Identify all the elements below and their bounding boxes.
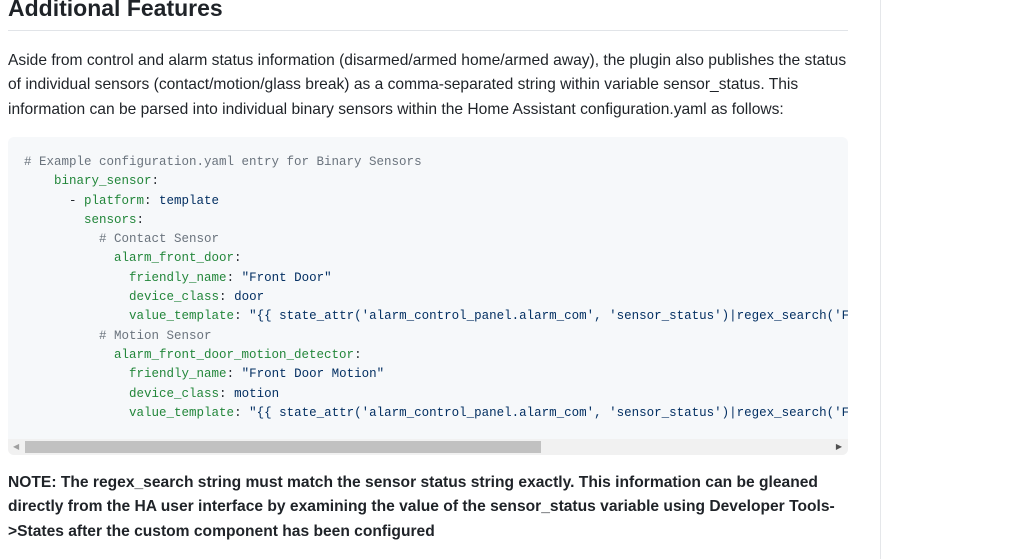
code-key: alarm_front_door_motion_detector [114,347,355,362]
code-punct: : [136,212,145,227]
code-key: sensors [84,212,137,227]
code-punct: : [226,270,242,285]
code-key: alarm_front_door [114,251,235,266]
code-value: template [159,193,220,208]
scroll-left-icon[interactable]: ◀ [13,442,19,451]
code-punct [24,406,129,420]
code-line: friendly_name: "Front Door" [24,269,848,288]
code-key: device_class [129,386,220,401]
code-value: door [234,290,265,305]
code-line: - platform: template [24,192,848,211]
code-block[interactable]: # Example configuration.yaml entry for B… [8,137,848,455]
code-line: device_class: motion [24,385,848,404]
code-line: # Example configuration.yaml entry for B… [24,153,848,172]
horizontal-scrollbar[interactable]: ◀ ▶ [8,439,848,455]
code-punct: : [219,386,235,401]
code-punct: : [226,367,242,382]
code-punct [24,271,129,285]
code-punct [24,213,84,227]
code-key: value_template [129,405,235,420]
code-punct [24,387,129,401]
code-key: binary_sensor [54,174,152,189]
code-punct: : [234,251,242,266]
section-heading: Additional Features [8,0,848,31]
code-punct [24,309,129,323]
code-comment: # Contact Sensor [24,232,220,247]
code-punct: - [24,193,85,208]
code-line: # Motion Sensor [24,327,848,346]
code-punct: : [151,174,160,189]
code-value: "{{ state_attr('alarm_control_panel.alar… [249,405,848,420]
scroll-right-icon[interactable]: ▶ [836,442,842,451]
code-punct [24,174,54,188]
code-line: alarm_front_door_motion_detector: [24,346,848,365]
code-key: friendly_name [129,367,227,382]
code-value: "Front Door Motion" [241,367,385,382]
code-punct [24,367,129,381]
code-content: # Example configuration.yaml entry for B… [24,153,848,423]
code-key: platform [84,193,145,208]
page-divider [880,0,881,559]
code-punct: : [144,193,160,208]
code-line: # Contact Sensor [24,230,848,249]
code-key: value_template [129,309,235,324]
code-punct [24,251,114,265]
intro-paragraph: Aside from control and alarm status info… [8,52,847,118]
code-comment: # Motion Sensor [24,328,212,343]
code-punct: : [234,405,250,420]
code-line: alarm_front_door: [24,249,848,268]
code-punct: : [234,309,250,324]
code-line: sensors: [24,211,848,230]
scrollbar-thumb[interactable] [25,441,541,453]
code-line: value_template: "{{ state_attr('alarm_co… [24,404,848,423]
code-punct: : [354,347,362,362]
code-value: "{{ state_attr('alarm_control_panel.alar… [249,309,848,324]
code-line: binary_sensor: [24,172,848,191]
code-key: friendly_name [129,270,227,285]
code-line: value_template: "{{ state_attr('alarm_co… [24,307,848,326]
note-paragraph: NOTE: The regex_search string must match… [8,474,835,540]
code-line: friendly_name: "Front Door Motion" [24,365,848,384]
code-line: device_class: door [24,288,848,307]
code-value: motion [234,386,280,401]
code-punct [24,348,114,362]
code-key: device_class [129,290,220,305]
code-punct: : [219,290,235,305]
code-punct [24,290,129,304]
code-comment: # Example configuration.yaml entry for B… [24,155,422,169]
code-value: "Front Door" [241,270,332,285]
